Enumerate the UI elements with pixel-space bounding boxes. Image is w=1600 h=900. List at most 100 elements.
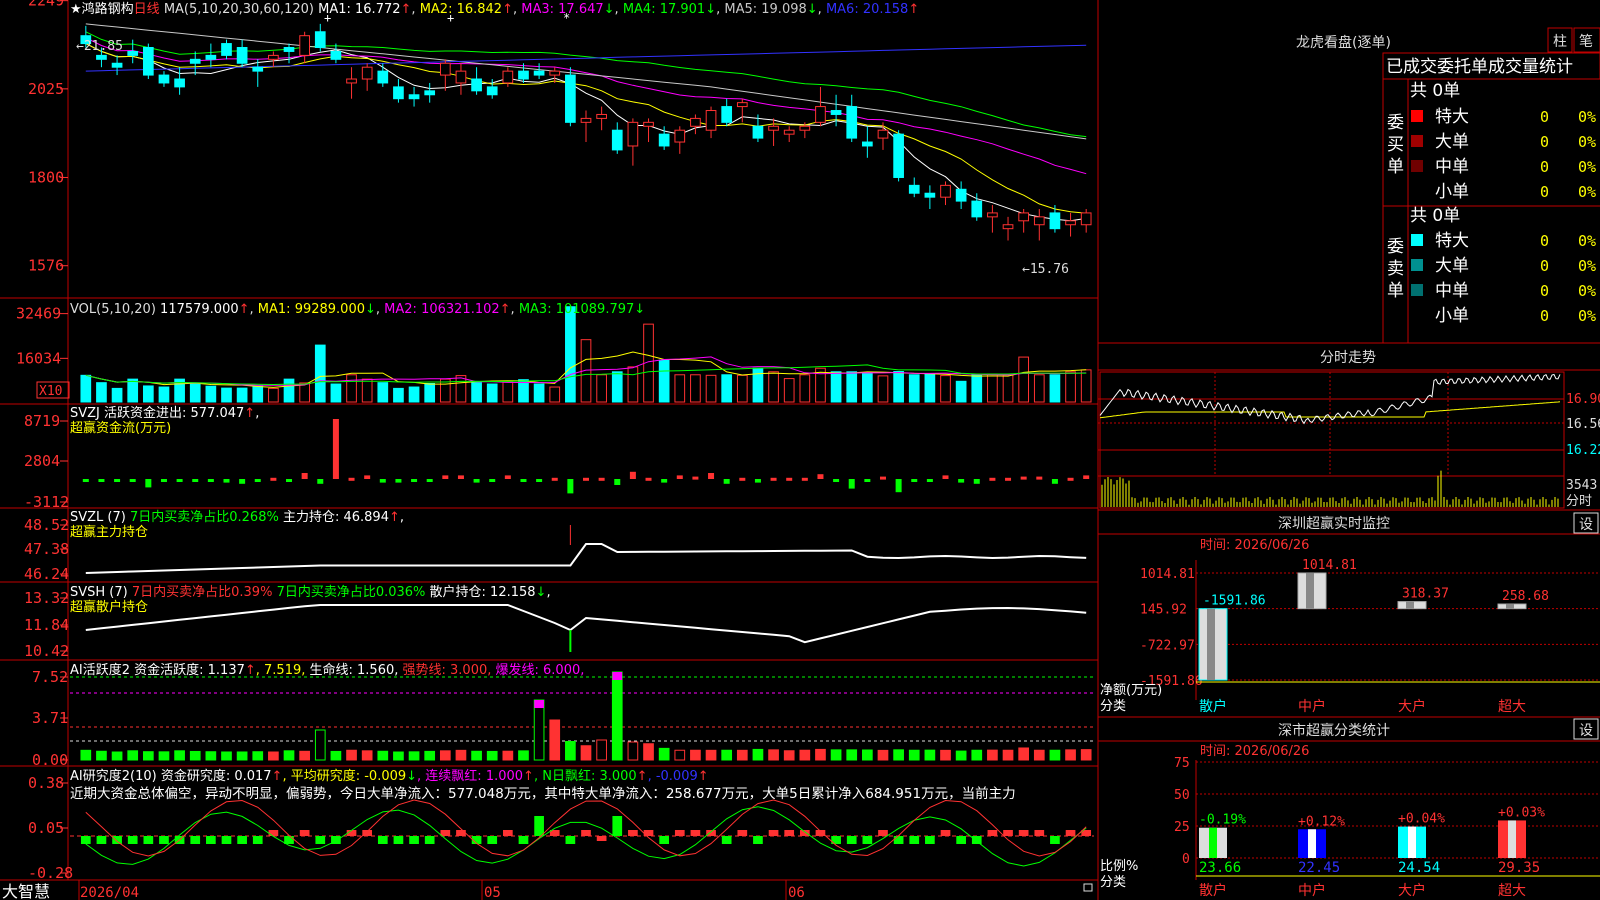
- ai-active-bar: [533, 699, 545, 761]
- candle[interactable]: [96, 54, 107, 60]
- candle[interactable]: [189, 58, 201, 64]
- candle[interactable]: [346, 78, 357, 84]
- candle[interactable]: [236, 47, 248, 64]
- candle[interactable]: [1065, 220, 1076, 226]
- candle[interactable]: [518, 70, 529, 80]
- candle[interactable]: [205, 54, 217, 60]
- candle[interactable]: [565, 74, 576, 123]
- candle[interactable]: [643, 121, 654, 127]
- candle[interactable]: [721, 106, 733, 123]
- sz-monitor-panel[interactable]: 深圳超赢实时监控 设 时间: 2026/06/26 1014.81 145.92 -7…: [1098, 509, 1600, 715]
- candle[interactable]: [830, 110, 842, 115]
- candle[interactable]: [314, 31, 326, 49]
- candle[interactable]: [533, 70, 545, 76]
- candle[interactable]: [1080, 212, 1092, 226]
- ai-active-bar: [690, 749, 701, 761]
- volume-bar: [158, 386, 170, 403]
- candle[interactable]: [174, 78, 185, 88]
- kline-title-row-part-15: ,: [716, 2, 724, 17]
- candle[interactable]: [690, 117, 701, 127]
- svzj-bar: [833, 479, 840, 482]
- candle[interactable]: [142, 47, 154, 76]
- candle[interactable]: [893, 133, 904, 178]
- svzj-panel[interactable]: 87192804-3112 SVZJ 活跃资金进出: 577.047↑,超赢资金…: [24, 405, 1090, 511]
- candle[interactable]: [674, 129, 686, 143]
- volume-panel[interactable]: 3246916034 VOL(5,10,20) 117579.000↑, MA1…: [16, 302, 1092, 403]
- candle[interactable]: [971, 200, 983, 218]
- candle[interactable]: [611, 129, 623, 151]
- candle[interactable]: [846, 106, 858, 139]
- candle[interactable]: [377, 70, 389, 84]
- sz-class-change: -0.19%: [1199, 813, 1246, 828]
- candle[interactable]: [330, 50, 342, 60]
- candle[interactable]: [658, 133, 670, 147]
- candle[interactable]: [1018, 212, 1030, 222]
- ai-research-bar: [893, 836, 904, 844]
- candle[interactable]: [549, 70, 561, 76]
- svzl-panel[interactable]: 48.52 47.38 46.24 SVZL (7) 7日内买卖净占比0.268% …: [24, 509, 1087, 583]
- candle[interactable]: [283, 47, 295, 52]
- candle[interactable]: [783, 129, 795, 135]
- ai-research-title-row-part-9: ↑: [698, 769, 709, 784]
- candle[interactable]: [1033, 216, 1045, 226]
- lock-icon[interactable]: [1083, 883, 1093, 892]
- candle[interactable]: [815, 106, 826, 123]
- ai-active-panel[interactable]: 7.52 3.71 0.00 AI活跃度2 资金活跃度: 1.137↑, 7.519…: [32, 662, 1094, 769]
- svzj-bar: [770, 477, 777, 481]
- ai-active-bar: [1018, 747, 1030, 761]
- candle[interactable]: [736, 102, 748, 108]
- candle[interactable]: [1049, 212, 1061, 230]
- ai-active-bar: [971, 749, 983, 761]
- candle[interactable]: [455, 70, 467, 84]
- candle[interactable]: [862, 141, 873, 147]
- svzj-bar: [645, 477, 652, 481]
- candle[interactable]: [580, 117, 592, 123]
- candle[interactable]: [299, 35, 310, 56]
- candle[interactable]: [799, 125, 811, 131]
- candle[interactable]: [424, 90, 436, 96]
- svzj-bar: [426, 479, 433, 482]
- svsh-title-row-part-5: ,: [546, 585, 550, 600]
- sell_rows-swatch: [1411, 259, 1423, 271]
- candle[interactable]: [627, 121, 639, 147]
- candle[interactable]: [924, 192, 936, 198]
- candle[interactable]: [1002, 224, 1014, 230]
- candle[interactable]: [408, 94, 420, 100]
- volume-bar: [846, 371, 858, 403]
- candle[interactable]: [596, 113, 607, 119]
- ai-active-peak: [534, 700, 544, 708]
- sz-class-axis-label: 比例%: [1100, 859, 1138, 874]
- candle[interactable]: [955, 188, 967, 202]
- candle[interactable]: [486, 86, 498, 96]
- ai-research-bar: [909, 836, 920, 844]
- candle[interactable]: [361, 66, 373, 80]
- candle[interactable]: [439, 62, 451, 76]
- candle[interactable]: [705, 110, 717, 131]
- svsh-panel[interactable]: 13.32 11.84 10.42 SVSH (7) 7日内买卖净占比0.39% 7…: [24, 584, 1087, 660]
- kline-panel[interactable]: 2249202518001576 ←21.85 ←15.76 + + * ★鸿路…: [28, 0, 1092, 277]
- candle[interactable]: [940, 184, 951, 198]
- candle[interactable]: [877, 129, 889, 139]
- candle[interactable]: [111, 62, 123, 68]
- candle[interactable]: [268, 54, 279, 60]
- candle[interactable]: [987, 212, 998, 218]
- sz-class-settings-label: 设: [1579, 723, 1593, 739]
- candle[interactable]: [127, 50, 139, 56]
- sz-class-panel[interactable]: 深市超赢分类统计 设 时间: 2026/06/26 75 50 25 0 比例%分类 -0.…: [1098, 716, 1600, 899]
- ai-research-bar: [127, 836, 138, 844]
- candle[interactable]: [221, 43, 232, 56]
- candle[interactable]: [752, 125, 764, 139]
- candle[interactable]: [393, 86, 404, 100]
- volume-title-row: VOL(5,10,20) 117579.000↑, MA1: 99289.000…: [70, 302, 645, 317]
- candle[interactable]: [768, 125, 779, 131]
- ai-research-panel[interactable]: 0.380.05-0.28 AI研究度2(10) 资金研究度: 0.017↑, …: [28, 768, 1094, 882]
- candle[interactable]: [471, 78, 482, 92]
- candle[interactable]: [502, 70, 514, 84]
- sz-class-category: 散户: [1199, 882, 1227, 899]
- candle[interactable]: [252, 66, 264, 72]
- candle[interactable]: [158, 74, 170, 84]
- kline-title-row: ★鸿路钢构日线 MA(5,10,20,30,60,120) MA1: 16.77…: [70, 1, 919, 17]
- intraday-panel[interactable]: 分时走势 16.90 16.56 16.22 3543分时: [1098, 342, 1600, 509]
- volume-bar: [908, 374, 920, 403]
- candle[interactable]: [908, 184, 920, 194]
